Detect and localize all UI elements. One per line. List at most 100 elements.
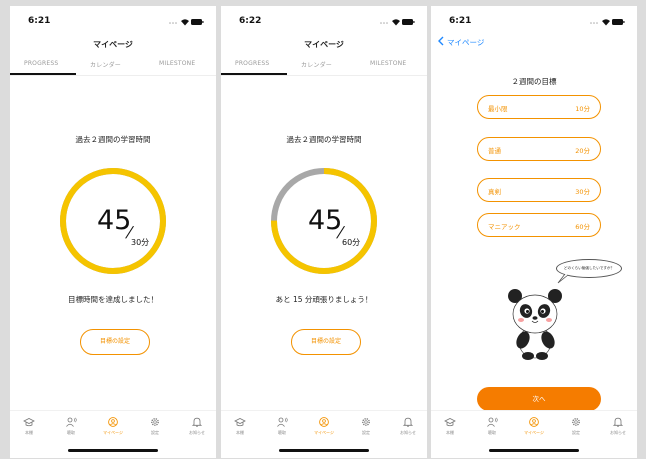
chevron-left-icon: [438, 36, 444, 46]
status-bar: 6:21: [449, 16, 625, 30]
tabbar-label: お知らせ: [610, 430, 626, 435]
tab-calendar[interactable]: カレンダー: [301, 60, 332, 69]
tabbar-label: 設定: [151, 430, 159, 435]
option-label: 普通: [488, 147, 501, 155]
tab-milestone[interactable]: MILESTONE: [159, 60, 195, 67]
active-tab-indicator: [221, 73, 287, 75]
profile-icon: [319, 417, 329, 427]
goal-option-serious[interactable]: 真剣 30分: [477, 178, 601, 202]
gear-icon: [362, 418, 370, 426]
status-bar: 6:21: [28, 16, 204, 30]
screen-progress-achieved: 6:21 マイページ PROGRESS カレンダー MILESTONE 過去２週…: [10, 6, 216, 458]
status-time: 6:22: [239, 16, 262, 26]
status-message: 目標時間を達成しました！: [68, 295, 158, 304]
screen-progress-remaining: 6:22 マイページ PROGRESS カレンダー MILESTONE 過去２週…: [221, 6, 427, 458]
active-tab-indicator: [10, 73, 76, 75]
tabbar-item-bookshelf[interactable]: 本棚: [14, 417, 44, 436]
bell-icon: [402, 417, 414, 427]
bottom-tab-bar: 本棚 聴取 マイページ 設定 お知らせ: [10, 410, 216, 458]
graduation-cap-icon: [234, 418, 246, 427]
tabbar-item-settings[interactable]: 設定: [140, 417, 170, 436]
tab-progress[interactable]: PROGRESS: [24, 60, 58, 67]
tabbar-item-bookshelf[interactable]: 本棚: [435, 417, 465, 436]
segment-tabs: PROGRESS カレンダー MILESTONE: [10, 60, 216, 76]
bell-icon: [612, 417, 624, 427]
tabbar-label: 本棚: [446, 430, 454, 435]
tabbar-label: マイページ: [314, 430, 334, 435]
tabbar-label: マイページ: [524, 430, 544, 435]
goal-option-maniac[interactable]: マニアック 60分: [477, 213, 601, 237]
graduation-cap-icon: [23, 418, 35, 427]
gear-icon: [151, 418, 159, 426]
tabbar-item-listen[interactable]: 聴取: [56, 417, 86, 436]
profile-icon: [529, 417, 539, 427]
tabbar-item-mypage[interactable]: マイページ: [519, 417, 549, 436]
listener-icon: [277, 417, 288, 427]
signal-wifi-battery-icon: [169, 19, 204, 26]
status-time: 6:21: [449, 16, 472, 26]
target-minutes: 60分: [342, 238, 361, 247]
bottom-tab-bar: 本棚 聴取 マイページ 設定 お知らせ: [431, 410, 637, 458]
page-title: マイページ: [93, 40, 133, 49]
tabbar-item-notifications[interactable]: お知らせ: [182, 417, 212, 436]
tabbar-label: 聴取: [67, 430, 75, 435]
tabbar-label: 本棚: [236, 430, 244, 435]
set-goal-button[interactable]: 目標の設定: [291, 329, 361, 355]
listener-icon: [487, 417, 498, 427]
listener-icon: [66, 417, 77, 427]
page-title: マイページ: [304, 40, 344, 49]
home-indicator: [279, 449, 369, 452]
tabbar-item-mypage[interactable]: マイページ: [98, 417, 128, 436]
progress-ring: 45 / 60分: [270, 167, 378, 275]
tabbar-item-settings[interactable]: 設定: [561, 417, 591, 436]
option-value: 10分: [575, 105, 590, 113]
status-bar: 6:22: [239, 16, 415, 30]
option-label: マニアック: [488, 223, 521, 231]
tabbar-item-settings[interactable]: 設定: [351, 417, 381, 436]
profile-icon: [108, 417, 118, 427]
panda-mascot-icon: [508, 289, 562, 360]
signal-wifi-battery-icon: [380, 19, 415, 26]
tabbar-item-listen[interactable]: 聴取: [477, 417, 507, 436]
set-goal-button[interactable]: 目標の設定: [80, 329, 150, 355]
bell-icon: [191, 417, 203, 427]
study-time-subtitle: 過去２週間の学習時間: [75, 135, 151, 144]
goal-option-normal[interactable]: 普通 20分: [477, 137, 601, 161]
tab-progress[interactable]: PROGRESS: [235, 60, 269, 67]
graduation-cap-icon: [444, 418, 456, 427]
tabbar-label: 聴取: [278, 430, 286, 435]
segment-tabs: PROGRESS カレンダー MILESTONE: [221, 60, 427, 76]
study-time-subtitle: 過去２週間の学習時間: [286, 135, 362, 144]
tabbar-label: お知らせ: [189, 430, 205, 435]
status-time: 6:21: [28, 16, 51, 26]
home-indicator: [68, 449, 158, 452]
option-label: 真剣: [488, 188, 501, 196]
home-indicator: [489, 449, 579, 452]
option-value: 30分: [575, 188, 590, 196]
study-minutes-value: 45: [308, 205, 343, 236]
next-button[interactable]: 次へ: [477, 387, 601, 411]
tab-calendar[interactable]: カレンダー: [90, 60, 121, 69]
tabbar-item-notifications[interactable]: お知らせ: [603, 417, 633, 436]
tabbar-item-notifications[interactable]: お知らせ: [393, 417, 423, 436]
tabbar-label: 聴取: [488, 430, 496, 435]
option-label: 最小限: [488, 105, 508, 113]
goal-option-minimal[interactable]: 最小限 10分: [477, 95, 601, 119]
option-value: 60分: [575, 223, 590, 231]
screen-goal-setting: 6:21 マイページ ２週間の目標 最小限 10分 普通 20分 真剣 30分 …: [431, 6, 637, 458]
tabbar-item-bookshelf[interactable]: 本棚: [225, 417, 255, 436]
tabbar-label: 設定: [572, 430, 580, 435]
gear-icon: [572, 418, 580, 426]
signal-wifi-battery-icon: [590, 19, 625, 26]
goal-heading: ２週間の目標: [511, 77, 557, 86]
tabbar-label: お知らせ: [400, 430, 416, 435]
tabbar-label: 本棚: [25, 430, 33, 435]
option-value: 20分: [575, 147, 590, 155]
tabbar-label: マイページ: [103, 430, 123, 435]
status-message: あと 15 分頑張りましょう！: [275, 295, 373, 304]
tabbar-item-mypage[interactable]: マイページ: [309, 417, 339, 436]
tabbar-label: 設定: [362, 430, 370, 435]
speech-bubble-tail: [557, 274, 569, 284]
tab-milestone[interactable]: MILESTONE: [370, 60, 406, 67]
tabbar-item-listen[interactable]: 聴取: [267, 417, 297, 436]
